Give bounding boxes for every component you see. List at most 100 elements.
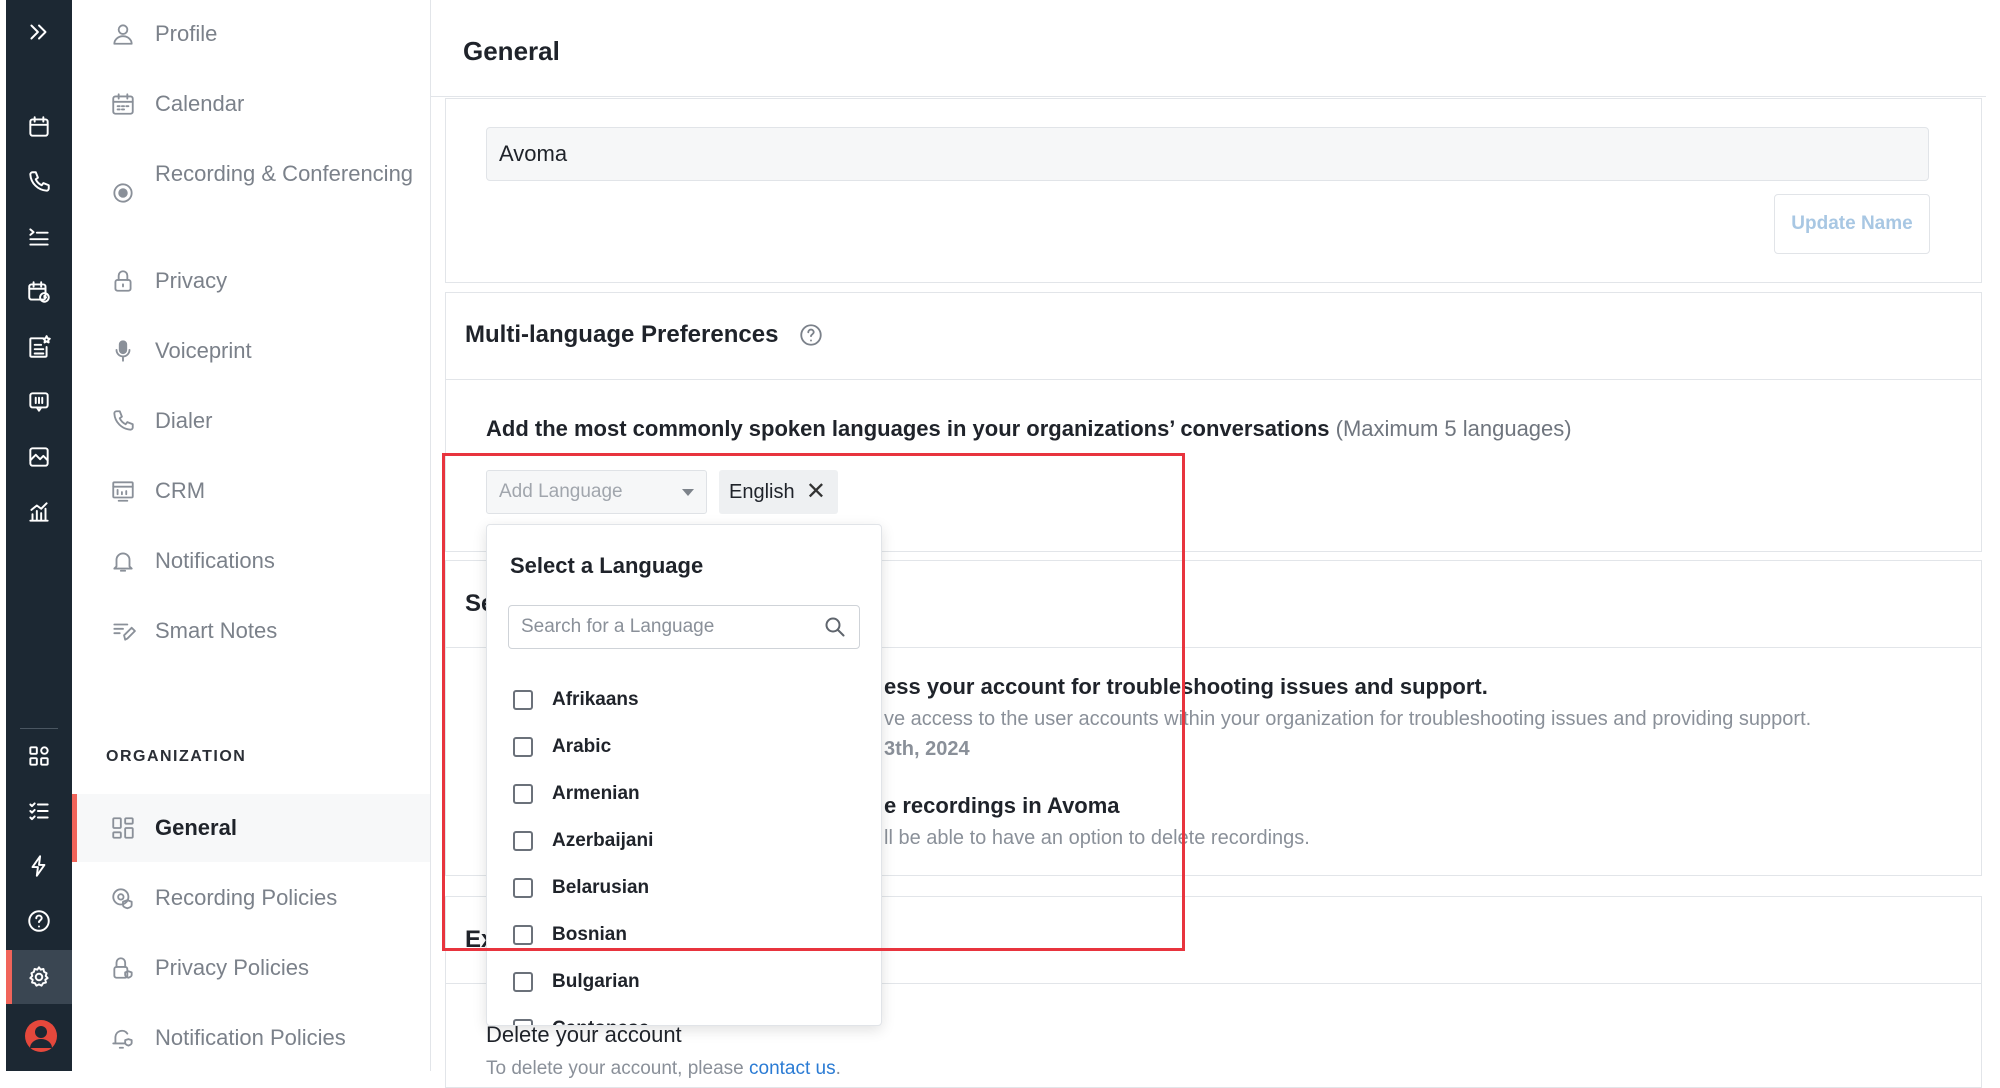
active-item-indicator: [72, 794, 77, 862]
language-option-label: Cantonese: [552, 1018, 649, 1025]
notification-policy-icon: [110, 1025, 136, 1051]
apps-grid-icon[interactable]: [23, 740, 55, 772]
language-option[interactable]: Armenian: [513, 777, 640, 811]
sidebar-item-label: Recording & Conferencing: [155, 161, 414, 186]
microphone-icon: [110, 338, 136, 364]
language-option-label: Bulgarian: [552, 971, 640, 992]
multilanguage-description: Add the most commonly spoken languages i…: [486, 416, 1572, 442]
delete-account-tail: .: [835, 1058, 841, 1079]
sidebar-item-label: General: [155, 815, 237, 840]
language-option[interactable]: Afrikaans: [513, 683, 639, 717]
checkbox[interactable]: [513, 737, 533, 757]
description-limit: (Maximum 5 languages): [1329, 416, 1572, 441]
language-option[interactable]: Bosnian: [513, 918, 627, 952]
calendar-icon[interactable]: [23, 111, 55, 143]
user-avatar-icon[interactable]: [25, 1020, 57, 1052]
sidebar-item-label: Smart Notes: [155, 618, 278, 643]
tasks-icon[interactable]: [23, 795, 55, 827]
person-icon: [110, 21, 136, 47]
language-option[interactable]: Arabic: [513, 730, 611, 764]
sidebar-item-label: Notification Policies: [155, 1025, 346, 1050]
language-option-label: Arabic: [552, 736, 612, 757]
organization-section-heading: ORGANIZATION: [106, 748, 247, 765]
lock-icon: [110, 268, 136, 294]
page-title: General: [463, 36, 560, 66]
expand-icon[interactable]: [23, 16, 55, 48]
add-language-placeholder: Add Language: [499, 481, 623, 502]
crm-icon: [110, 478, 136, 504]
sidebar-item-label: Voiceprint: [155, 338, 252, 363]
search-icon: [825, 617, 845, 637]
rail-divider: [20, 728, 58, 729]
smart-notes-icon: [110, 618, 136, 644]
sidebar-item-label: Recording Policies: [155, 885, 338, 910]
multilanguage-title: Multi-language Preferences: [465, 321, 779, 348]
notes-star-icon[interactable]: [23, 331, 55, 363]
sidebar-item-label: Calendar: [155, 91, 245, 116]
lightning-icon[interactable]: [23, 850, 55, 882]
checkbox[interactable]: [513, 878, 533, 898]
support-access-title: ess your account for troubleshooting iss…: [884, 674, 1488, 699]
language-chip-english: English ✕: [719, 470, 838, 514]
checkbox[interactable]: [513, 690, 533, 710]
language-option-label: Azerbaijani: [552, 830, 654, 851]
privacy-policy-icon: [110, 955, 136, 981]
support-access-date: 3th, 2024: [884, 738, 970, 760]
insights-icon[interactable]: [23, 441, 55, 473]
language-dropdown: Select a Language Afrikaans Arabic Armen…: [486, 524, 882, 1026]
dropdown-title: Select a Language: [510, 553, 704, 578]
language-option-label: Afrikaans: [552, 689, 639, 710]
calendar-icon: [110, 91, 136, 117]
checkbox[interactable]: [513, 925, 533, 945]
phone-icon: [110, 408, 136, 434]
contact-us-link[interactable]: contact us: [749, 1058, 836, 1079]
scheduler-icon[interactable]: [23, 276, 55, 308]
delete-recordings-description: ll be able to have an option to delete r…: [884, 827, 1310, 849]
sidebar-item-label: Dialer: [155, 408, 213, 433]
close-icon[interactable]: ✕: [806, 470, 826, 514]
add-language-select[interactable]: Add Language: [486, 470, 707, 514]
language-option-label: Armenian: [552, 783, 640, 804]
language-option[interactable]: Azerbaijani: [513, 824, 653, 858]
help-icon[interactable]: [23, 905, 55, 937]
feedback-icon[interactable]: [23, 386, 55, 418]
language-search-input[interactable]: [508, 605, 860, 649]
dashboard-icon: [110, 815, 136, 841]
language-option[interactable]: Belarusian: [513, 871, 649, 905]
checkbox[interactable]: [513, 1019, 533, 1025]
delete-account-text: To delete your account, please: [486, 1058, 750, 1079]
settings-icon[interactable]: [23, 961, 55, 993]
support-access-description: ve access to the user accounts within yo…: [884, 708, 1812, 730]
sidebar-item-label: Notifications: [155, 548, 275, 573]
phone-icon[interactable]: [23, 166, 55, 198]
rail-active-indicator: [6, 950, 12, 1004]
description-bold: Add the most commonly spoken languages i…: [486, 416, 1330, 441]
chevron-down-icon: [682, 489, 694, 496]
meetings-list-icon[interactable]: [23, 221, 55, 253]
update-name-button[interactable]: Update Name: [1774, 194, 1930, 254]
sidebar-item-label: CRM: [155, 478, 206, 503]
language-chip-label: English: [729, 481, 795, 503]
delete-account-description: To delete your account, please contact u…: [486, 1058, 841, 1080]
icon-rail: [6, 0, 72, 1071]
sidebar-item-label: Privacy Policies: [155, 955, 310, 980]
org-name-input[interactable]: Avoma: [486, 127, 1929, 181]
analytics-icon[interactable]: [23, 496, 55, 528]
language-option-label: Bosnian: [552, 924, 627, 945]
language-option[interactable]: Cantonese: [513, 1012, 649, 1025]
delete-recordings-title: e recordings in Avoma: [884, 793, 1120, 818]
checkbox[interactable]: [513, 784, 533, 804]
help-circle-icon[interactable]: [798, 322, 824, 348]
checkbox[interactable]: [513, 972, 533, 992]
language-option[interactable]: Bulgarian: [513, 965, 640, 999]
settings-sidebar: Profile Calendar Recording & Conferencin…: [72, 0, 431, 1071]
org-name-card: [445, 98, 1982, 283]
bell-icon: [110, 548, 136, 574]
title-divider: [431, 96, 1986, 97]
checkbox[interactable]: [513, 831, 533, 851]
language-option-label: Belarusian: [552, 877, 650, 898]
sidebar-item-label: Profile: [155, 21, 218, 46]
record-icon: [110, 180, 136, 206]
recording-policy-icon: [110, 885, 136, 911]
sidebar-item-label: Privacy: [155, 268, 228, 293]
